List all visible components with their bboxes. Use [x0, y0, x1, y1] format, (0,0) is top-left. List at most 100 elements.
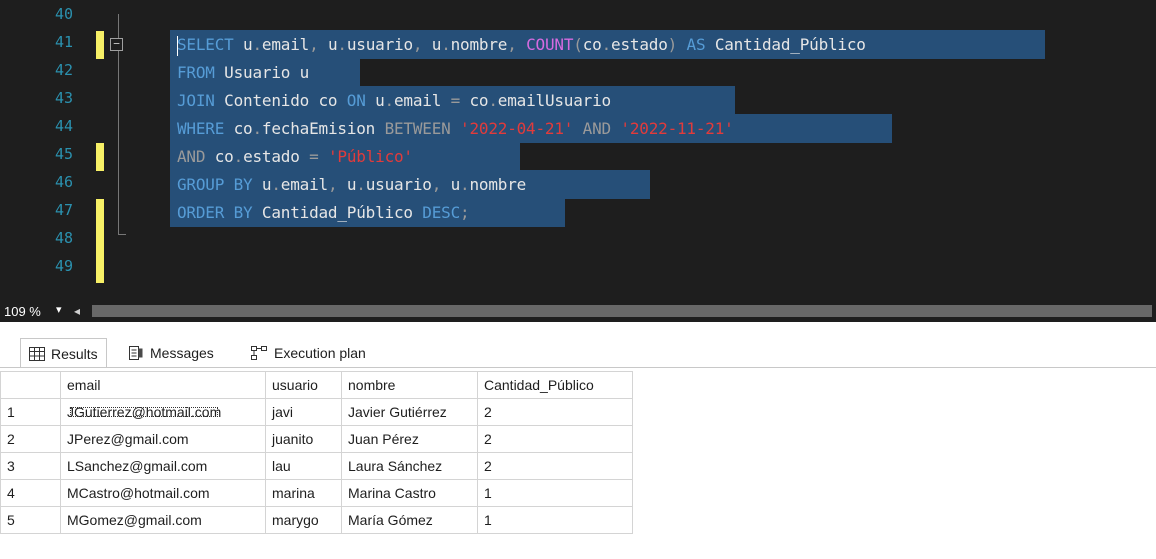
code-token: ON: [346, 91, 366, 110]
cell-nombre[interactable]: Marina Castro: [341, 479, 478, 507]
collapse-icon[interactable]: −: [110, 38, 123, 51]
table-row[interactable]: 3 LSanchez@gmail.com lau Laura Sánchez 2: [0, 452, 633, 480]
code-token: ORDER BY: [177, 203, 253, 222]
table-row[interactable]: 5 MGomez@gmail.com marygo María Gómez 1: [0, 506, 633, 534]
cell-usuario[interactable]: javi: [265, 398, 342, 426]
row-number[interactable]: 4: [0, 479, 61, 507]
cell-email-value: JGutierrez@hotmail.com: [67, 404, 222, 420]
horizontal-scrollbar[interactable]: [92, 305, 1152, 317]
code-line[interactable]: FROM Usuario u: [177, 59, 309, 87]
editor-status-bar: 109 % ▾ ◂: [0, 300, 1156, 322]
row-number[interactable]: 5: [0, 506, 61, 534]
tab-execution-plan[interactable]: Execution plan: [242, 338, 374, 368]
row-number[interactable]: 2: [0, 425, 61, 453]
cell-nombre[interactable]: Juan Pérez: [341, 425, 478, 453]
grid-header-row: email usuario nombre Cantidad_Público: [0, 371, 633, 399]
change-marker: [96, 255, 104, 283]
code-token: co: [460, 91, 489, 110]
cell-nombre[interactable]: María Gómez: [341, 506, 478, 534]
zoom-level[interactable]: 109 %: [4, 304, 41, 319]
column-header-nombre[interactable]: nombre: [341, 371, 478, 399]
code-token: ,: [327, 175, 347, 194]
column-header-usuario[interactable]: usuario: [265, 371, 342, 399]
code-token: .: [601, 35, 612, 54]
column-header-email[interactable]: email: [60, 371, 266, 399]
code-line[interactable]: WHERE co.fechaEmision BETWEEN '2022-04-2…: [177, 115, 734, 143]
code-line[interactable]: GROUP BY u.email, u.usuario, u.nombre: [177, 171, 526, 199]
code-token: .: [252, 119, 262, 138]
cell-nombre[interactable]: Laura Sánchez: [341, 452, 478, 480]
cell-nombre[interactable]: Javier Gutiérrez: [341, 398, 478, 426]
change-marker: [96, 199, 104, 227]
code-line[interactable]: ORDER BY Cantidad_Público DESC;: [177, 199, 470, 227]
code-token: email: [261, 35, 310, 54]
row-number[interactable]: 3: [0, 452, 61, 480]
tab-messages[interactable]: Messages: [120, 338, 222, 368]
cell-usuario[interactable]: juanito: [265, 425, 342, 453]
code-token: .: [384, 91, 395, 110]
code-token: u: [233, 35, 253, 54]
code-token: usuario: [365, 175, 432, 194]
cell-email[interactable]: JPerez@gmail.com: [60, 425, 266, 453]
code-line[interactable]: SELECT u.email, u.usuario, u.nombre, COU…: [177, 31, 866, 59]
scrollbar-thumb[interactable]: [92, 305, 1152, 317]
results-tabs: Results Messages Execution plan: [0, 338, 1156, 368]
code-token: .: [356, 175, 366, 194]
column-header-cantidad[interactable]: Cantidad_Público: [477, 371, 633, 399]
code-token: Cantidad_Público: [252, 203, 423, 222]
code-token: ;: [460, 203, 470, 222]
cell-email[interactable]: LSanchez@gmail.com: [60, 452, 266, 480]
line-number: 43: [55, 89, 74, 107]
line-number: 48: [55, 229, 74, 247]
cell-cantidad[interactable]: 2: [477, 425, 633, 453]
code-line[interactable]: JOIN Contenido co ON u.email = co.emailU…: [177, 87, 611, 115]
code-token: u: [327, 35, 338, 54]
code-token: co: [205, 147, 234, 166]
cell-usuario[interactable]: lau: [265, 452, 342, 480]
code-token: COUNT: [526, 35, 574, 54]
code-token: 'Público': [327, 147, 413, 166]
code-token: .: [488, 91, 498, 110]
cell-email[interactable]: JGutierrez@hotmail.com: [60, 398, 266, 426]
table-row[interactable]: 1 JGutierrez@hotmail.com javi Javier Gut…: [0, 398, 633, 426]
sql-editor[interactable]: 40 41 42 43 44 45 46 47 48 49 − SELECT u.email, u…: [0, 0, 1156, 300]
code-token: JOIN: [177, 91, 215, 110]
code-token: FROM: [177, 63, 215, 82]
scroll-left-icon[interactable]: ◂: [74, 304, 80, 318]
line-number: 46: [55, 173, 74, 191]
code-token: u: [252, 175, 272, 194]
table-row[interactable]: 4 MCastro@hotmail.com marina Marina Cast…: [0, 479, 633, 507]
code-token: '2022-11-21': [620, 119, 734, 138]
cell-cantidad[interactable]: 2: [477, 452, 633, 480]
code-token: (: [573, 35, 583, 54]
line-number: 41: [55, 33, 74, 51]
row-number-header[interactable]: [0, 371, 61, 399]
code-token: GROUP BY: [177, 175, 253, 194]
cell-cantidad[interactable]: 1: [477, 479, 633, 507]
zoom-dropdown-icon[interactable]: ▾: [56, 303, 62, 316]
code-token: .: [233, 147, 244, 166]
results-grid[interactable]: email usuario nombre Cantidad_Público 1 …: [0, 371, 633, 534]
cell-usuario[interactable]: marina: [265, 479, 342, 507]
cell-email[interactable]: MGomez@gmail.com: [60, 506, 266, 534]
code-token: ,: [412, 35, 432, 54]
line-number: 49: [55, 257, 74, 275]
cell-cantidad[interactable]: 1: [477, 506, 633, 534]
table-row[interactable]: 2 JPerez@gmail.com juanito Juan Pérez 2: [0, 425, 633, 453]
code-token: Usuario u: [214, 63, 310, 82]
cell-cantidad[interactable]: 2: [477, 398, 633, 426]
cell-usuario[interactable]: marygo: [265, 506, 342, 534]
cell-email[interactable]: MCastro@hotmail.com: [60, 479, 266, 507]
tab-results[interactable]: Results: [20, 338, 107, 368]
code-token: SELECT: [177, 35, 234, 54]
code-line[interactable]: AND co.estado = 'Público': [177, 143, 413, 171]
code-token: co: [582, 35, 602, 54]
row-number[interactable]: 1: [0, 398, 61, 426]
code-token: Cantidad_Público: [714, 35, 866, 54]
outline-guide-end: [118, 234, 126, 235]
grid-icon: [29, 346, 45, 361]
code-token: Contenido co: [214, 91, 347, 110]
code-token: .: [441, 35, 451, 54]
code-token: estado: [611, 35, 668, 54]
